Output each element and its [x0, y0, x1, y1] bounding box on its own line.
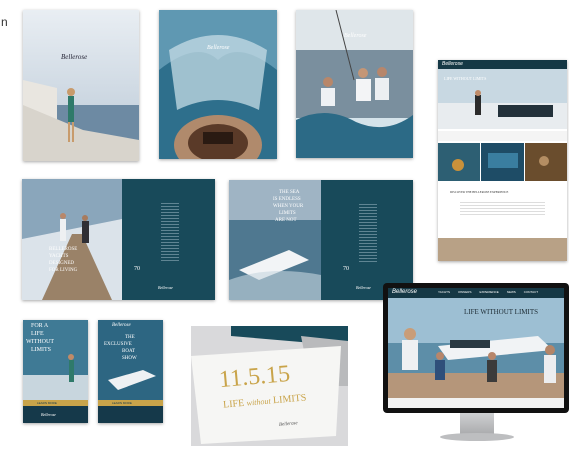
banner-two-line-3: BOAT [122, 349, 136, 354]
spread-one-headline-3: DESIGNED [49, 261, 74, 266]
monitor-footer-strip [388, 398, 564, 408]
spread-two-headline-2: IS ENDLESS [273, 197, 301, 202]
spread-two-headline-3: WHEN YOUR [273, 204, 304, 209]
tagline-mid: without [246, 396, 271, 408]
site-section-title: DISCOVER THE BELLEROSE EXPERIENCE [450, 190, 509, 194]
banner-ad-two: Bellerose THE EXCLUSIVE BOAT SHOW LEARN … [98, 320, 163, 423]
banner-one-line-1: FOR A [31, 323, 49, 329]
spread-one-headline-2: YACHTS [49, 254, 69, 259]
brochure-spread-two: THE SEA IS ENDLESS WHEN YOUR LIMITS ARE … [229, 180, 413, 300]
monitor-neck [460, 413, 494, 435]
banner-one-line-4: LIMITS [31, 347, 51, 353]
monitor-nav: YACHTS OWNERS EXPERIENCE NEWS CONTACT [438, 290, 538, 294]
spread-two-logo: Bellerose [356, 285, 371, 290]
spread-one-logo: Bellerose [158, 285, 173, 290]
monitor-nav-item[interactable]: EXPERIENCE [479, 290, 498, 294]
banner-one-line-2: LIFE [31, 331, 44, 337]
banner-one-line-3: WITHOUT [26, 339, 54, 345]
spread-two-photo [229, 180, 413, 300]
site-section-copy [460, 200, 545, 216]
brochure-cover-yacht: Bellerose [23, 10, 139, 161]
spread-one-headline-4: FOR LIVING [49, 268, 78, 273]
banner-two-line-4: SHOW [122, 356, 137, 361]
website-page: Bellerose LIFE WITHOUT LIMITS DISCOVER T… [438, 60, 567, 261]
monitor-stand [440, 433, 514, 441]
tagline-prefix: LIFE [222, 397, 245, 411]
monitor-headline: LIFE WITHOUT LIMITS [464, 308, 539, 316]
banner-two-line-1: THE [125, 335, 135, 340]
banner-ad-one: FOR A LIFE WITHOUT LIMITS LEARN MORE Bel… [23, 320, 88, 423]
spread-two-headline-4: LIMITS [279, 211, 296, 216]
site-thumbnails [438, 131, 567, 141]
banner-two-logo-top: Bellerose [112, 323, 131, 328]
spread-two-headline-1: THE SEA [279, 190, 300, 195]
spread-one-headline-1: BELLEROSE [49, 247, 78, 252]
monitor-nav-item[interactable]: OWNERS [458, 290, 472, 294]
cover-logo: Bellerose [207, 45, 230, 51]
yacht-bow-photo [23, 10, 139, 161]
event-invitation: 11.5.15 LIFE without LIMITS Bellerose [191, 326, 348, 446]
brochure-spread-one: BELLEROSE YACHTS DESIGNED FOR LIVING 70 … [22, 179, 215, 300]
spread-two-model: 70 [343, 266, 349, 272]
monitor-nav-item[interactable]: YACHTS [438, 290, 450, 294]
spread-one-body-copy [161, 201, 179, 261]
banner-one-logo: Bellerose [41, 412, 56, 417]
spread-two-headline-5: ARE NOT [275, 218, 297, 223]
site-footer [438, 238, 567, 261]
brochure-cover-wake: Bellerose [159, 10, 277, 159]
banner-one-cta[interactable]: LEARN MORE [37, 401, 57, 405]
monitor-screen: Bellerose YACHTS OWNERS EXPERIENCE NEWS … [388, 288, 564, 408]
cover-logo: Bellerose [61, 53, 88, 61]
spread-one-photo [22, 179, 215, 300]
monitor-nav-item[interactable]: CONTACT [524, 290, 538, 294]
cover-logo: Bellerose [344, 33, 367, 39]
edge-text: n [1, 15, 8, 29]
monitor-nav-item[interactable]: NEWS [507, 290, 516, 294]
spread-two-body-copy [359, 202, 377, 262]
spread-one-model: 70 [134, 266, 140, 272]
brochure-cover-crew: Bellerose [296, 10, 413, 158]
site-logo: Bellerose [442, 61, 463, 67]
banner-two-line-2: EXCLUSIVE [104, 342, 132, 347]
aerial-wake-photo [159, 10, 277, 159]
site-photo-strip [438, 143, 567, 181]
banner-two-cta[interactable]: LEARN MORE [112, 401, 132, 405]
monitor-logo: Bellerose [392, 289, 418, 295]
site-headline: LIFE WITHOUT LIMITS [444, 76, 487, 81]
